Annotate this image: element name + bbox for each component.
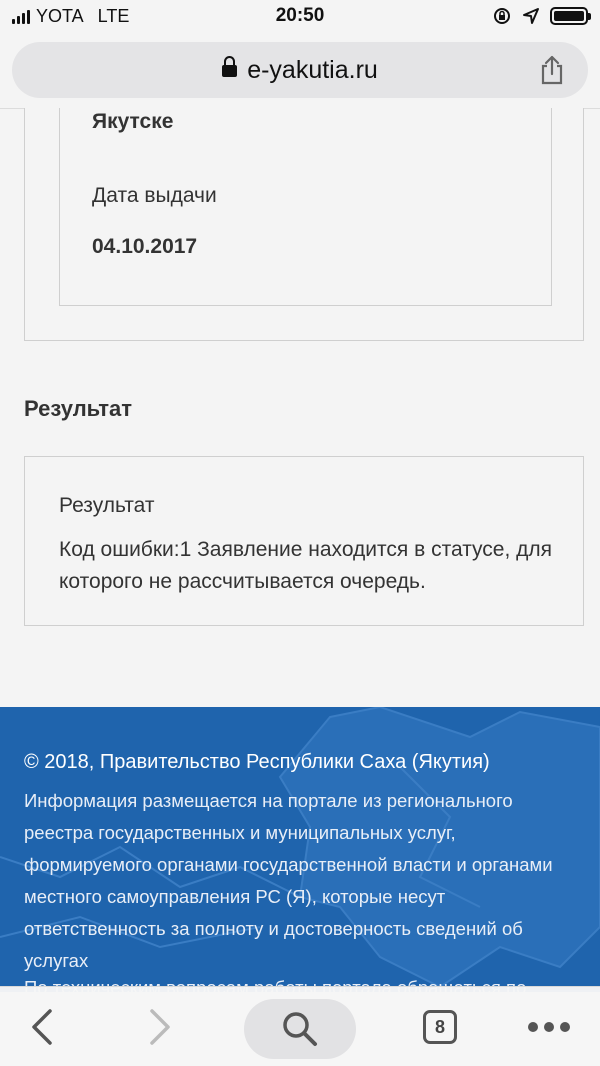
result-label: Результат <box>59 494 155 517</box>
location-icon <box>523 8 539 24</box>
issuer-value: Якутске <box>92 110 174 133</box>
more-button[interactable] <box>524 999 574 1055</box>
footer-copyright: © 2018, Правительство Республики Саха (Я… <box>24 751 490 773</box>
url-text: e-yakutia.ru <box>247 56 378 84</box>
forward-button[interactable] <box>140 999 180 1055</box>
footer-info: Информация размещается на портале из рег… <box>24 790 553 971</box>
back-button[interactable] <box>22 999 62 1055</box>
issue-date-label: Дата выдачи <box>92 184 217 207</box>
document-inner-card: Якутске Дата выдачи 04.10.2017 <box>59 108 552 306</box>
document-outer-card: Якутске Дата выдачи 04.10.2017 <box>24 108 584 341</box>
forward-icon <box>150 1009 170 1045</box>
lock-icon <box>222 56 238 77</box>
browser-toolbar: 8 <box>0 986 600 1066</box>
share-icon[interactable] <box>538 55 566 85</box>
tabs-button[interactable]: 8 <box>418 999 462 1055</box>
battery-icon <box>550 7 591 25</box>
issue-date-value: 04.10.2017 <box>92 235 198 258</box>
url-display[interactable]: e-yakutia.ru <box>12 56 588 85</box>
more-icon <box>528 1022 570 1032</box>
orientation-lock-icon <box>494 8 510 24</box>
search-button[interactable] <box>244 999 356 1059</box>
tabs-icon: 8 <box>423 1010 457 1044</box>
back-icon <box>32 1009 52 1045</box>
result-card: Результат Код ошибки:1 Заявление находит… <box>24 456 584 626</box>
status-right <box>492 6 591 26</box>
result-text: Код ошибки:1 Заявление находится в стату… <box>59 538 553 593</box>
status-bar: YOTA LTE 20:50 <box>0 0 600 34</box>
result-section-title: Результат <box>24 396 133 421</box>
search-icon <box>283 1012 317 1046</box>
footer: © 2018, Правительство Республики Саха (Я… <box>0 707 600 992</box>
address-bar[interactable]: e-yakutia.ru <box>12 42 588 98</box>
